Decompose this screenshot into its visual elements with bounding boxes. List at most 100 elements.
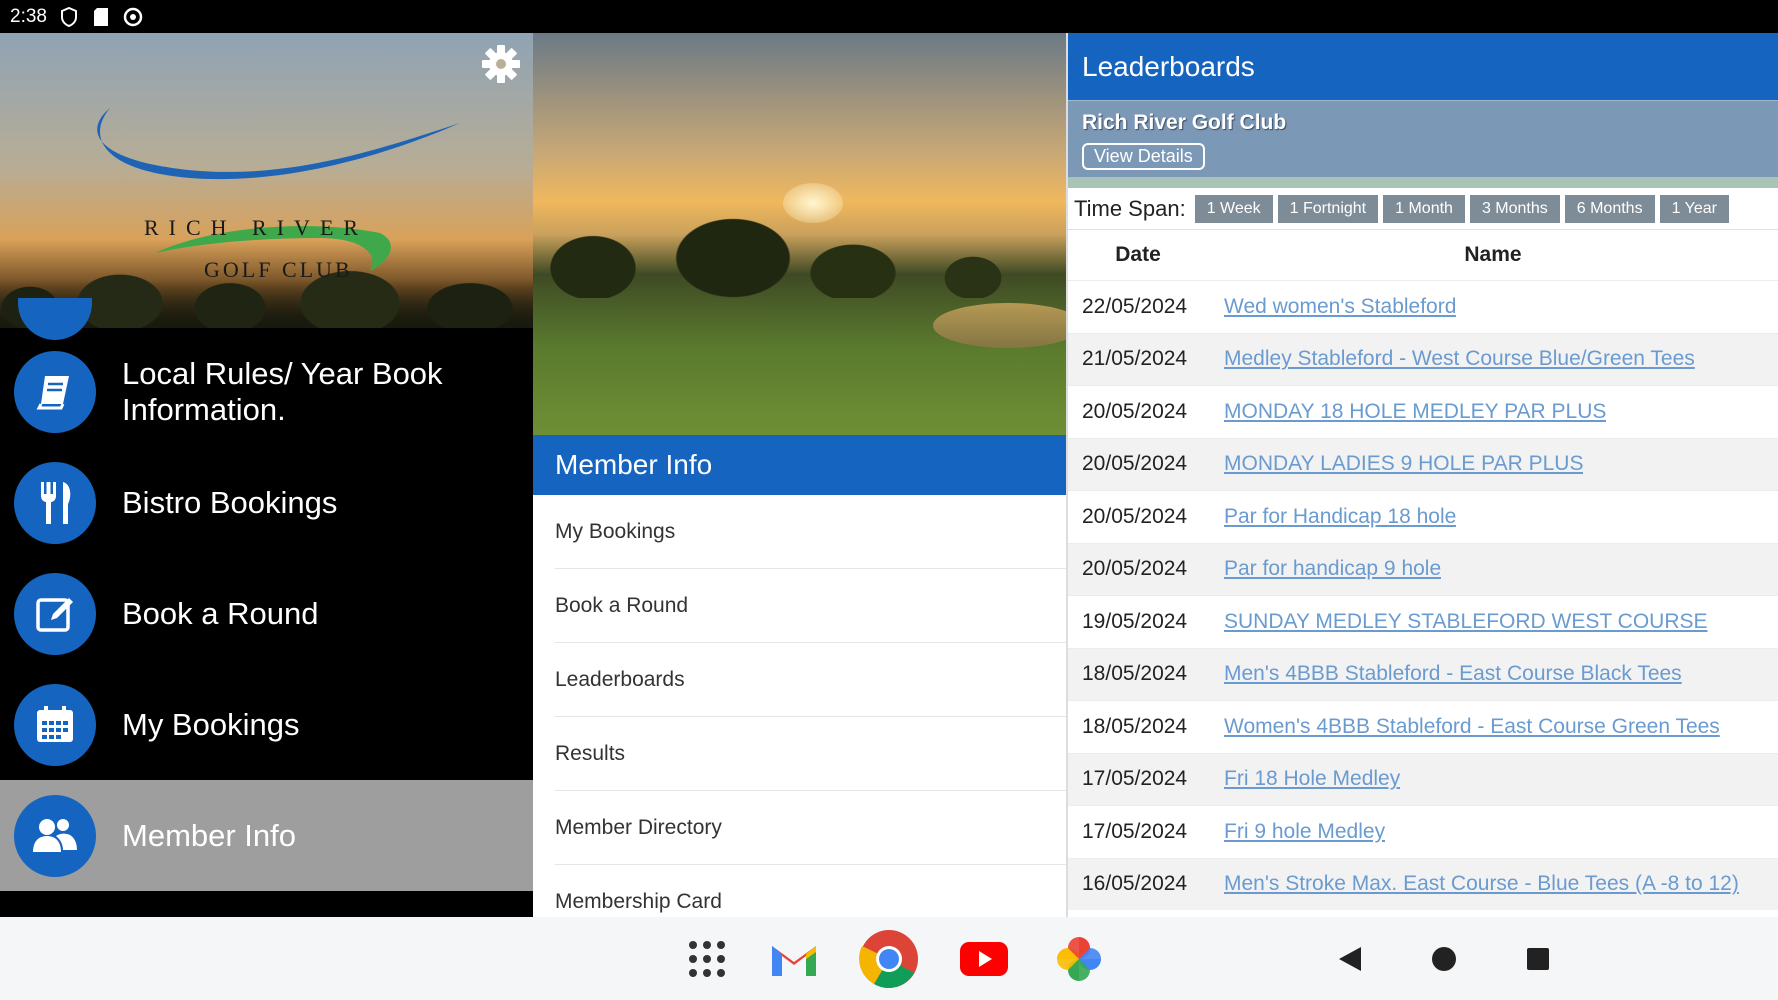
competition-link[interactable]: Men's 4BBB Stableford - East Course Blac… — [1224, 662, 1682, 686]
photo-pond — [933, 303, 1066, 348]
member-info-item-results[interactable]: Results — [555, 717, 1066, 791]
drawer-item-label: Bistro Bookings — [122, 484, 338, 520]
member-info-pane: Member Info My Bookings Book a Round Lea… — [533, 33, 1068, 917]
drawer-menu: Local Rules/ Year Book Information. Bist… — [0, 298, 533, 891]
users-icon — [14, 794, 96, 877]
competition-link[interactable]: Medley Stableford - West Course Blue/Gre… — [1224, 347, 1695, 371]
drawer-item-my-bookings[interactable]: My Bookings — [0, 669, 533, 780]
calendar-icon — [14, 683, 96, 766]
table-row: 17/05/2024 Fri 9 hole Medley — [1068, 805, 1778, 858]
logo-text-top: RICH RIVER — [144, 215, 369, 240]
table-row: 18/05/2024 Women's 4BBB Stableford - East… — [1068, 700, 1778, 753]
google-photos-icon[interactable] — [1047, 927, 1111, 991]
shield-icon — [59, 6, 79, 27]
drawer-item-member-info[interactable]: Member Info — [0, 780, 533, 891]
row-date: 20/05/2024 — [1082, 399, 1188, 423]
competition-link[interactable]: Par for Handicap 18 hole — [1224, 505, 1456, 529]
partial-menu-icon — [18, 298, 92, 340]
competition-link[interactable]: Fri 18 Hole Medley — [1224, 767, 1400, 791]
competition-link[interactable]: MONDAY LADIES 9 HOLE PAR PLUS — [1224, 452, 1583, 476]
competition-link[interactable]: Wed women's Stableford — [1224, 295, 1456, 319]
club-name: Rich River Golf Club — [1082, 111, 1287, 134]
competition-link[interactable]: MONDAY 18 HOLE MEDLEY PAR PLUS — [1224, 400, 1606, 424]
photo-treeline — [533, 218, 1066, 298]
drawer-item-label: My Bookings — [122, 706, 300, 742]
table-row: 21/05/2024 Medley Stableford - West Cours… — [1068, 332, 1778, 385]
competition-link[interactable]: SUNDAY MEDLEY STABLEFORD WEST COURSE — [1224, 610, 1708, 634]
competition-link[interactable]: Men's Stroke Max. East Course - Blue Tee… — [1224, 872, 1739, 896]
table-row: 20/05/2024 Par for Handicap 18 hole — [1068, 490, 1778, 543]
member-info-item-leaderboards[interactable]: Leaderboards — [555, 643, 1066, 717]
back-icon[interactable] — [1332, 941, 1368, 977]
leaderboards-title: Leaderboards — [1068, 33, 1778, 100]
member-info-title: Member Info — [533, 435, 1066, 495]
settings-gear-icon[interactable] — [480, 43, 522, 85]
status-bar: 2:38 — [0, 0, 1778, 917]
app-drawer-icon[interactable] — [675, 927, 739, 991]
time-span-6-months[interactable]: 6 Months — [1564, 194, 1655, 223]
table-row: 16/05/2024 Men's Stroke Max. East Course … — [1068, 857, 1778, 910]
table-header: Date Name — [1068, 230, 1778, 280]
club-info-box: Rich River Golf Club View Details — [1068, 100, 1778, 177]
table-row: 22/05/2024 Wed women's Stableford — [1068, 280, 1778, 333]
sync-icon — [123, 7, 143, 27]
system-nav-bar — [0, 917, 1778, 1000]
home-icon[interactable] — [1426, 941, 1462, 977]
row-date: 20/05/2024 — [1082, 504, 1188, 528]
book-icon — [14, 350, 96, 433]
row-date: 16/05/2024 — [1082, 872, 1188, 896]
row-date: 18/05/2024 — [1082, 662, 1188, 686]
table-row: 18/05/2024 Men's 4BBB Stableford - East C… — [1068, 647, 1778, 700]
row-date: 18/05/2024 — [1082, 714, 1188, 738]
edit-icon — [14, 572, 96, 655]
table-row: 20/05/2024 MONDAY LADIES 9 HOLE PAR PLUS — [1068, 437, 1778, 490]
view-details-button[interactable]: View Details — [1082, 143, 1205, 170]
golf-course-photo — [533, 33, 1066, 435]
row-date: 19/05/2024 — [1082, 609, 1188, 633]
youtube-icon[interactable] — [952, 927, 1016, 991]
chrome-icon[interactable] — [857, 927, 921, 991]
time-span-1-week[interactable]: 1 Week — [1194, 194, 1273, 223]
member-info-item-membership-card[interactable]: Membership Card — [555, 865, 1066, 917]
drawer-item-book-a-round[interactable]: Book a Round — [0, 558, 533, 669]
table-row: 19/05/2024 SUNDAY MEDLEY STABLEFORD WEST … — [1068, 595, 1778, 648]
time-span-3-months[interactable]: 3 Months — [1469, 194, 1560, 223]
member-info-item-member-directory[interactable]: Member Directory — [555, 791, 1066, 865]
table-row: 20/05/2024 Par for handicap 9 hole — [1068, 542, 1778, 595]
drawer-item-label: Member Info — [122, 817, 297, 853]
time-span-1-month[interactable]: 1 Month — [1383, 194, 1465, 223]
competition-link[interactable]: Par for handicap 9 hole — [1224, 557, 1441, 581]
club-logo: RICH RIVER GOLF CLUB — [80, 93, 460, 293]
row-date: 20/05/2024 — [1082, 557, 1188, 581]
table-row: 17/05/2024 Fri 18 Hole Medley — [1068, 752, 1778, 805]
drawer-header: RICH RIVER GOLF CLUB — [0, 33, 533, 328]
time-span-selector: Time Span: 1 Week 1 Fortnight 1 Month 3 … — [1068, 188, 1778, 230]
gmail-icon[interactable] — [762, 927, 826, 991]
row-date: 21/05/2024 — [1082, 347, 1188, 371]
member-info-item-my-bookings[interactable]: My Bookings — [555, 495, 1066, 569]
member-info-item-book-a-round[interactable]: Book a Round — [555, 569, 1066, 643]
logo-text-bottom: GOLF CLUB — [204, 257, 353, 282]
recents-icon[interactable] — [1520, 941, 1556, 977]
column-header-name: Name — [1464, 243, 1522, 266]
member-info-list: My Bookings Book a Round Leaderboards Re… — [533, 495, 1066, 917]
drawer-item-bistro-bookings[interactable]: Bistro Bookings — [0, 447, 533, 558]
drawer-item-local-rules[interactable]: Local Rules/ Year Book Information. — [0, 336, 533, 447]
drawer-item-label: Local Rules/ Year Book Information. — [122, 355, 443, 427]
drawer-item-label: Book a Round — [122, 595, 319, 631]
time-span-label: Time Span: — [1074, 195, 1186, 221]
row-date: 17/05/2024 — [1082, 819, 1188, 843]
time-span-1-fortnight[interactable]: 1 Fortnight — [1277, 194, 1379, 223]
row-date: 22/05/2024 — [1082, 294, 1188, 318]
leaderboard-table: 22/05/2024 Wed women's Stableford 21/05/2… — [1068, 280, 1778, 910]
navigation-drawer: RICH RIVER GOLF CLUB Local Rules/ Year B… — [0, 33, 533, 917]
competition-link[interactable]: Fri 9 hole Medley — [1224, 820, 1385, 844]
separator-bar — [1068, 177, 1778, 188]
status-time: 2:38 — [10, 5, 47, 27]
competition-link[interactable]: Women's 4BBB Stableford - East Course Gr… — [1224, 715, 1720, 739]
fork-knife-icon — [14, 461, 96, 544]
sd-card-icon — [91, 7, 111, 27]
table-row: 20/05/2024 MONDAY 18 HOLE MEDLEY PAR PLUS — [1068, 385, 1778, 438]
time-span-1-year[interactable]: 1 Year — [1659, 194, 1729, 223]
column-header-date: Date — [1115, 243, 1161, 266]
